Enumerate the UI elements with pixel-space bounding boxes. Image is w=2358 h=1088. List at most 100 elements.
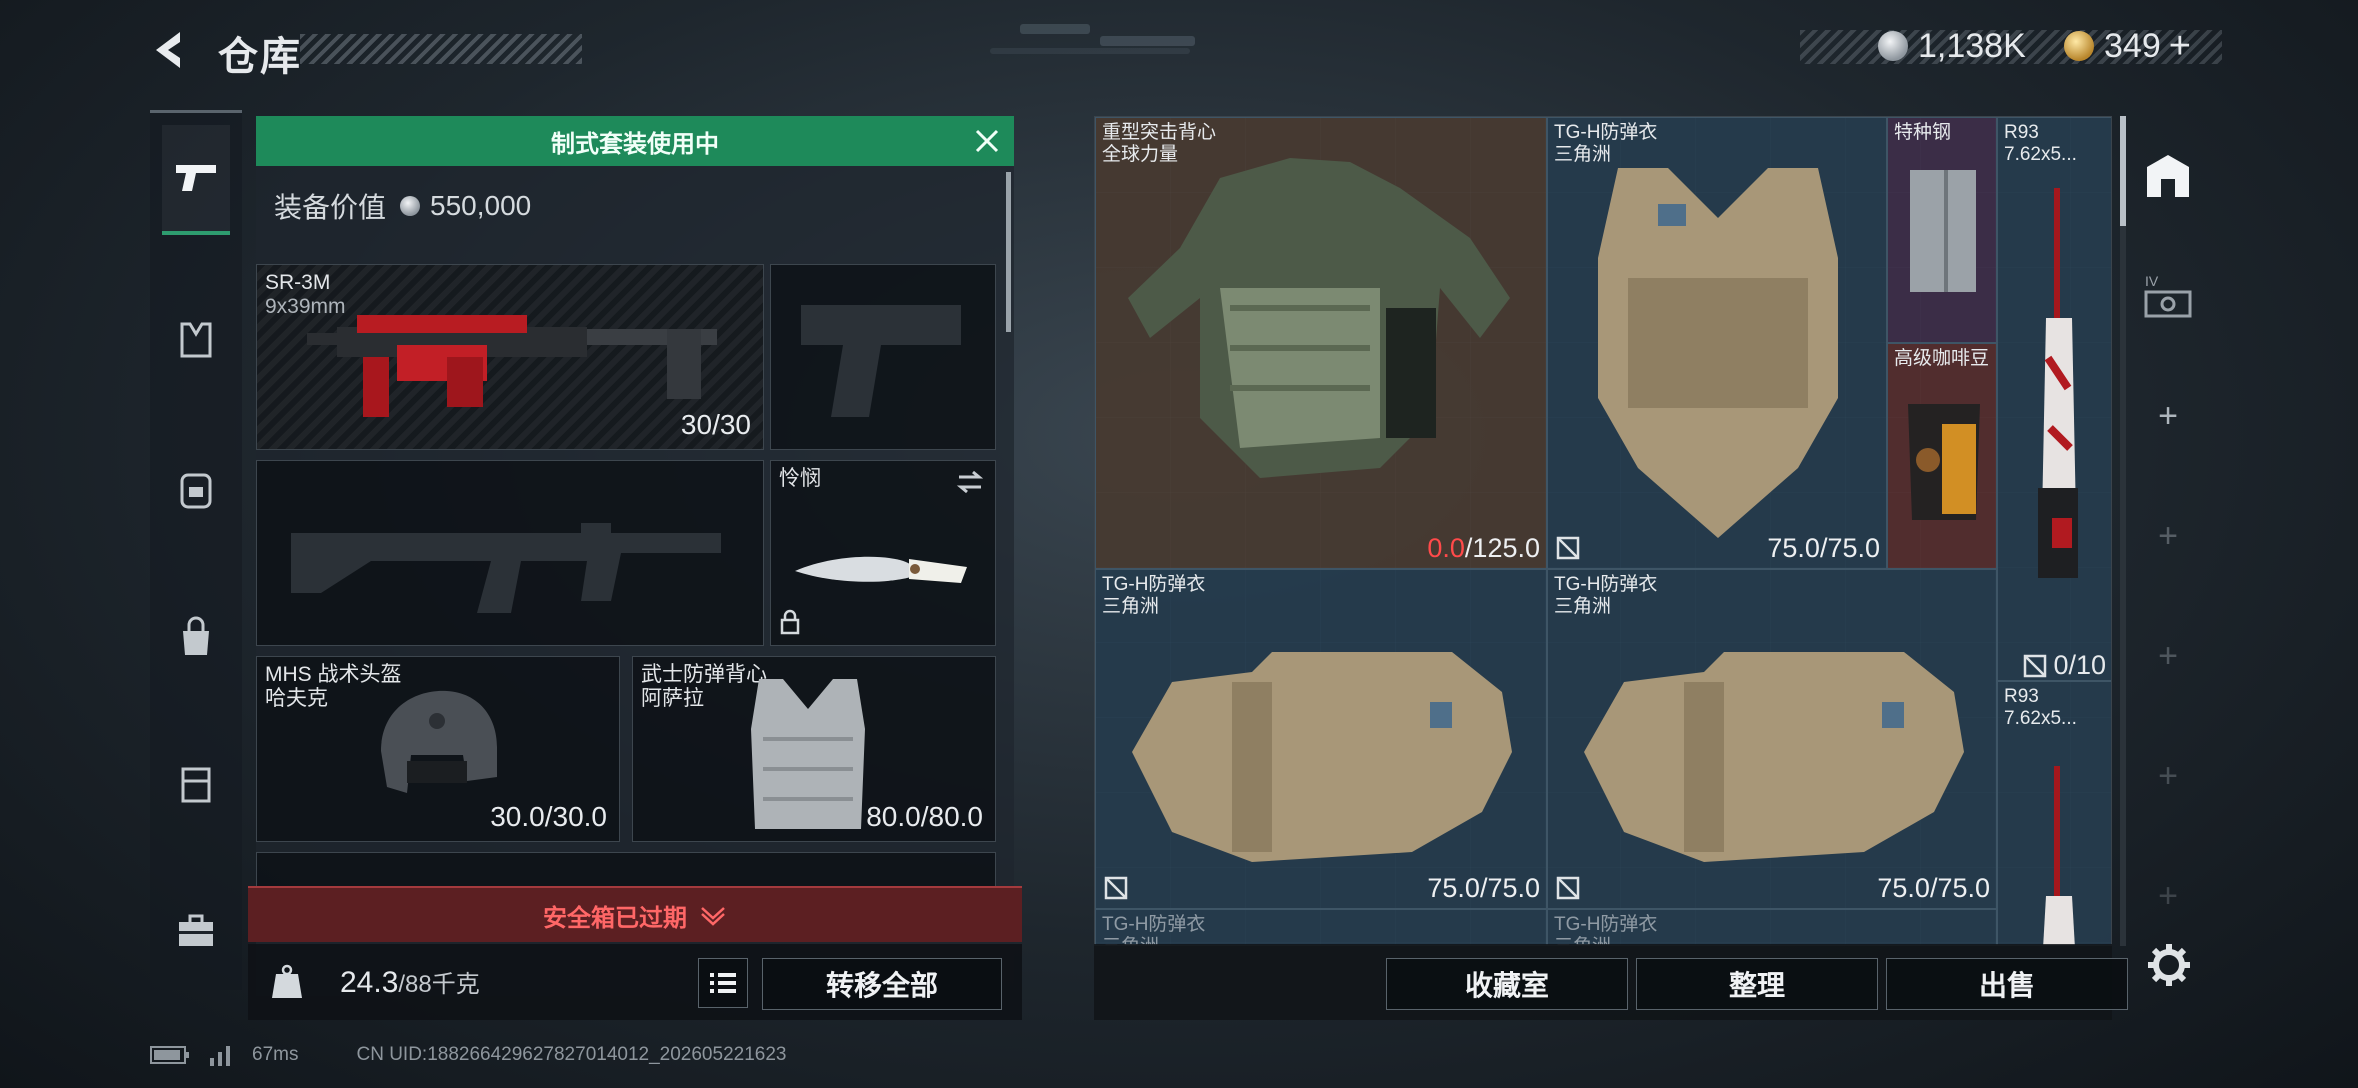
settings-gear-icon <box>2148 944 2190 986</box>
storage-item[interactable]: R93 7.62x5... 0/10 <box>1997 117 2111 681</box>
item-caliber: 7.62x5... <box>2004 144 2077 165</box>
organize-button[interactable]: 整理 <box>1636 958 1878 1010</box>
item-durability-max: /125.0 <box>1464 533 1540 563</box>
battery-icon <box>150 1046 189 1064</box>
carry-weight: 24.3/88千克 <box>340 964 480 1000</box>
not-insured-icon <box>1556 536 1580 560</box>
side-tab-add[interactable]: + <box>2138 506 2198 566</box>
tgh-vest-image <box>1584 652 1964 862</box>
loadout-panel: 制式套装使用中 装备价值 550,000 SR-3M 9x39mm 30/30 <box>248 110 1018 1020</box>
melee-name: 怜悯 <box>779 467 821 490</box>
melee-slot[interactable]: 怜悯 <box>770 460 996 646</box>
bonds-value: 349 <box>2104 26 2161 65</box>
plus-icon: + <box>2158 876 2178 915</box>
gold-coin-icon <box>2064 31 2094 61</box>
storage-item[interactable]: TG-H防弹衣 三角洲 <box>1095 909 1547 945</box>
rail-tab-armor[interactable] <box>162 285 230 395</box>
lock-icon <box>780 609 800 635</box>
item-name: R93 7.62x5... <box>2004 122 2077 165</box>
storage-grid: 重型突击背心 全球力量 0.0/125.0 TG-H防弹衣 三角洲 75.0/7… <box>1094 116 2112 946</box>
knife-image <box>795 556 967 583</box>
storage-scroll-thumb[interactable] <box>2120 116 2126 226</box>
storage-item[interactable]: 高级咖啡豆 <box>1887 343 1997 569</box>
back-arrow-icon <box>156 32 180 68</box>
item-count: 0/10 <box>2023 650 2106 680</box>
loadout-scrollbar[interactable] <box>1006 172 1011 332</box>
item-name: TG-H防弹衣 三角洲 <box>1554 914 1657 945</box>
tgh-vest-image <box>1598 168 1838 538</box>
weight-kg-icon <box>272 964 302 998</box>
pistol-placeholder-icon <box>801 305 961 417</box>
safebox-expired-bar[interactable]: 安全箱已过期 <box>248 886 1022 942</box>
item-durability: 75.0/75.0 <box>1767 533 1880 563</box>
storage-item[interactable]: TG-H防弹衣 三角洲 75.0/75.0 <box>1547 569 1997 909</box>
armor-vest-image <box>751 679 865 829</box>
side-tab-add[interactable]: + <box>2138 386 2198 446</box>
safebox-expired-text: 安全箱已过期 <box>543 904 687 932</box>
bag-icon <box>183 616 209 655</box>
primary-weapon-slot[interactable]: SR-3M 9x39mm 30/30 <box>256 264 764 450</box>
armor-vest-icon <box>180 322 212 358</box>
storage-home-icon <box>2147 155 2189 197</box>
rail-tab-weapons[interactable] <box>162 125 230 235</box>
storage-item[interactable]: TG-H防弹衣 三角洲 75.0/75.0 <box>1547 117 1887 569</box>
item-durability: 75.0/75.0 <box>1877 873 1990 903</box>
safe-container-icon <box>2144 290 2192 318</box>
not-insured-icon <box>1104 876 1128 900</box>
storage-scrollbar[interactable] <box>2120 116 2126 946</box>
settings-button[interactable] <box>2144 940 2194 990</box>
item-name: 特种钢 <box>1894 122 1952 143</box>
storage-item[interactable]: 特种钢 <box>1887 117 1997 343</box>
signal-icon <box>210 1046 230 1066</box>
storage-item[interactable]: R93 7.62x5... <box>1997 681 2111 945</box>
list-view-button[interactable] <box>698 958 748 1008</box>
coins-balance[interactable]: 1,138K <box>1878 26 2026 66</box>
container-tab-label: IV <box>2143 273 2193 319</box>
silver-coin-icon <box>400 196 421 216</box>
rail-tab-chest-rig[interactable] <box>162 729 230 839</box>
equipment-value-label: 装备价值 <box>274 192 387 223</box>
helmet-slot[interactable]: MHS 战术头盔 哈夫克 30.0/30.0 <box>256 656 620 842</box>
swap-icon[interactable] <box>955 469 985 495</box>
rail-tab-bag[interactable] <box>162 581 230 691</box>
rail-tab-backpack[interactable] <box>162 433 230 543</box>
side-tab-add[interactable]: + <box>2138 746 2198 806</box>
loadout-bottom-bar: 24.3/88千克 转移全部 <box>248 944 1022 1020</box>
storage-item[interactable]: 重型突击背心 全球力量 0.0/125.0 <box>1095 117 1547 569</box>
storage-item[interactable]: TG-H防弹衣 三角洲 75.0/75.0 <box>1095 569 1547 909</box>
storage-item[interactable]: TG-H防弹衣 三角洲 <box>1547 909 1997 945</box>
backpack-icon <box>180 473 212 509</box>
side-tab-add[interactable]: + <box>2138 626 2198 686</box>
category-rail <box>150 110 242 990</box>
r93-rifle-image <box>2043 766 2075 945</box>
item-name: 高级咖啡豆 <box>1894 348 1990 369</box>
status-footer: 67ms CN UID:188266429627827014012_202605… <box>150 1044 786 1066</box>
steel-ingot-image <box>1910 170 1976 292</box>
close-icon[interactable] <box>972 126 1002 156</box>
tgh-vest-image <box>1132 652 1512 862</box>
sell-button[interactable]: 出售 <box>1886 958 2128 1010</box>
pistol-icon <box>176 165 216 191</box>
bonds-balance[interactable]: 349 + <box>2064 25 2191 68</box>
body-armor-slot[interactable]: 武士防弹背心 阿萨拉 80.0/80.0 <box>632 656 996 842</box>
list-icon <box>710 973 736 993</box>
chest-rig-icon <box>181 767 211 803</box>
heavy-vest-image <box>1128 158 1510 478</box>
storage-side-tabs: IV + + + + + <box>2132 116 2204 946</box>
side-tab-add[interactable]: + <box>2138 866 2198 926</box>
secondary-rifle-slot[interactable] <box>256 460 764 646</box>
secondary-weapon-slot[interactable] <box>770 264 996 450</box>
plus-icon: + <box>2158 636 2178 675</box>
user-uid: CN UID:188266429627827014012_20260522162… <box>356 1044 787 1065</box>
back-button[interactable] <box>150 28 190 72</box>
collection-room-button[interactable]: 收藏室 <box>1386 958 1628 1010</box>
side-tab-home[interactable] <box>2138 146 2198 206</box>
transfer-all-button[interactable]: 转移全部 <box>762 958 1002 1010</box>
helmet-durability: 30.0/30.0 <box>490 801 607 832</box>
add-bonds-button[interactable]: + <box>2169 25 2191 68</box>
page-title: 仓库 <box>218 35 302 79</box>
r93-rifle-image <box>2038 188 2078 578</box>
rail-tab-safebox[interactable] <box>162 875 230 985</box>
side-tab-container[interactable]: IV <box>2138 266 2198 326</box>
sr3m-rifle-image <box>307 315 717 417</box>
